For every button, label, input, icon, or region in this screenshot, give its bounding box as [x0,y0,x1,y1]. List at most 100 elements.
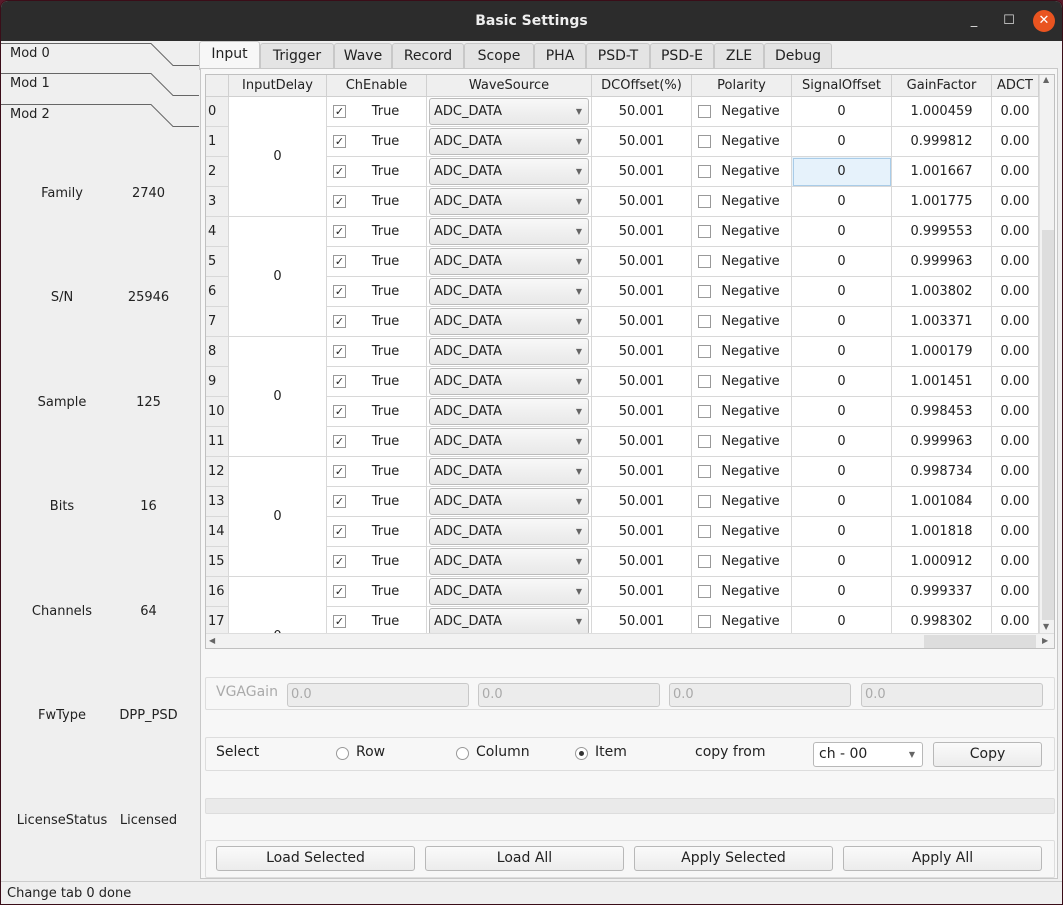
column-radio-label[interactable]: Column [476,744,530,760]
dcoffset-cell[interactable]: 50.001 [592,217,692,247]
chenable-checkbox[interactable]: ✓ [333,165,346,178]
polarity-cell[interactable]: Negative [692,457,792,487]
polarity-cell[interactable]: Negative [692,187,792,217]
dcoffset-cell[interactable]: 50.001 [592,157,692,187]
dcoffset-cell[interactable]: 50.001 [592,547,692,577]
row-header[interactable]: 2 [206,157,229,187]
chenable-checkbox[interactable]: ✓ [333,405,346,418]
chenable-cell[interactable]: ✓ True [327,337,427,367]
chenable-checkbox[interactable]: ✓ [333,615,346,628]
chenable-cell[interactable]: ✓ True [327,577,427,607]
wavesource-select[interactable]: ADC_DATA ▼ [429,188,589,215]
scroll-down-arrow-icon[interactable]: ▼ [1043,622,1049,631]
adct-cell[interactable]: 0.00 [992,427,1039,457]
row-header[interactable]: 9 [206,367,229,397]
row-header[interactable]: 13 [206,487,229,517]
dcoffset-cell[interactable]: 50.001 [592,577,692,607]
gainfactor-cell[interactable]: 1.003802 [892,277,992,307]
gainfactor-cell[interactable]: 1.001775 [892,187,992,217]
polarity-checkbox[interactable] [698,135,711,148]
row-header[interactable]: 1 [206,127,229,157]
adct-cell[interactable]: 0.00 [992,187,1039,217]
polarity-checkbox[interactable] [698,375,711,388]
chenable-checkbox[interactable]: ✓ [333,315,346,328]
chenable-checkbox[interactable]: ✓ [333,135,346,148]
wavesource-select[interactable]: ADC_DATA ▼ [429,368,589,395]
column-header-gainfactor[interactable]: GainFactor [892,75,992,97]
scrollbar-thumb[interactable] [1042,230,1054,620]
gainfactor-cell[interactable]: 0.999963 [892,427,992,457]
chenable-checkbox[interactable]: ✓ [333,195,346,208]
gainfactor-cell[interactable]: 0.999553 [892,217,992,247]
dcoffset-cell[interactable]: 50.001 [592,487,692,517]
polarity-cell[interactable]: Negative [692,127,792,157]
inputdelay-cell[interactable]: 0 [229,217,327,337]
column-radio[interactable] [456,747,469,760]
row-header[interactable]: 8 [206,337,229,367]
chenable-cell[interactable]: ✓ True [327,547,427,577]
polarity-cell[interactable]: Negative [692,547,792,577]
vga-gain-input-2[interactable]: 0.0 [669,683,851,707]
signaloffset-cell[interactable]: 0 [792,517,892,547]
signaloffset-cell[interactable]: 0 [792,97,892,127]
adct-cell[interactable]: 0.00 [992,307,1039,337]
dcoffset-cell[interactable]: 50.001 [592,187,692,217]
signaloffset-cell[interactable]: 0 [792,457,892,487]
copy-button[interactable]: Copy [933,742,1042,767]
wavesource-select[interactable]: ADC_DATA ▼ [429,158,589,185]
adct-cell[interactable]: 0.00 [992,367,1039,397]
chenable-checkbox[interactable]: ✓ [333,465,346,478]
signaloffset-cell[interactable]: 0 [792,247,892,277]
chenable-cell[interactable]: ✓ True [327,457,427,487]
signaloffset-cell[interactable]: 0 [792,427,892,457]
polarity-checkbox[interactable] [698,525,711,538]
dcoffset-cell[interactable]: 50.001 [592,97,692,127]
row-header[interactable]: 15 [206,547,229,577]
adct-cell[interactable]: 0.00 [992,247,1039,277]
signaloffset-cell[interactable]: 0 [792,367,892,397]
scroll-right-arrow-icon[interactable]: ▶ [1042,636,1048,645]
row-header[interactable]: 3 [206,187,229,217]
chenable-cell[interactable]: ✓ True [327,367,427,397]
adct-cell[interactable]: 0.00 [992,277,1039,307]
tab-psd-e[interactable]: PSD-E [650,43,714,69]
polarity-checkbox[interactable] [698,105,711,118]
row-header[interactable]: 0 [206,97,229,127]
wavesource-select[interactable]: ADC_DATA ▼ [429,548,589,575]
tab-scope[interactable]: Scope [464,43,534,69]
polarity-cell[interactable]: Negative [692,577,792,607]
chenable-cell[interactable]: ✓ True [327,307,427,337]
gainfactor-cell[interactable]: 1.001818 [892,517,992,547]
gainfactor-cell[interactable]: 0.999812 [892,127,992,157]
scrollbar-thumb[interactable] [924,635,1036,648]
dcoffset-cell[interactable]: 50.001 [592,307,692,337]
inputdelay-cell[interactable]: 0 [229,97,327,217]
wavesource-select[interactable]: ADC_DATA ▼ [429,578,589,605]
polarity-cell[interactable]: Negative [692,277,792,307]
chenable-checkbox[interactable]: ✓ [333,585,346,598]
signaloffset-cell[interactable]: 0 [792,217,892,247]
polarity-cell[interactable]: Negative [692,157,792,187]
row-header[interactable]: 12 [206,457,229,487]
gainfactor-cell[interactable]: 1.003371 [892,307,992,337]
adct-cell[interactable]: 0.00 [992,577,1039,607]
polarity-checkbox[interactable] [698,165,711,178]
wavesource-select[interactable]: ADC_DATA ▼ [429,518,589,545]
tab-wave[interactable]: Wave [334,43,392,69]
wavesource-select[interactable]: ADC_DATA ▼ [429,338,589,365]
polarity-cell[interactable]: Negative [692,247,792,277]
dcoffset-cell[interactable]: 50.001 [592,337,692,367]
column-header-inputdelay[interactable]: InputDelay [229,75,327,97]
chenable-cell[interactable]: ✓ True [327,97,427,127]
gainfactor-cell[interactable]: 0.998453 [892,397,992,427]
gainfactor-cell[interactable]: 1.000459 [892,97,992,127]
dcoffset-cell[interactable]: 50.001 [592,397,692,427]
polarity-cell[interactable]: Negative [692,427,792,457]
chenable-cell[interactable]: ✓ True [327,247,427,277]
gainfactor-cell[interactable]: 0.998734 [892,457,992,487]
polarity-checkbox[interactable] [698,255,711,268]
apply-selected-button[interactable]: Apply Selected [634,846,833,871]
wavesource-select[interactable]: ADC_DATA ▼ [429,608,589,635]
polarity-checkbox[interactable] [698,555,711,568]
scroll-left-arrow-icon[interactable]: ◀ [209,636,215,645]
